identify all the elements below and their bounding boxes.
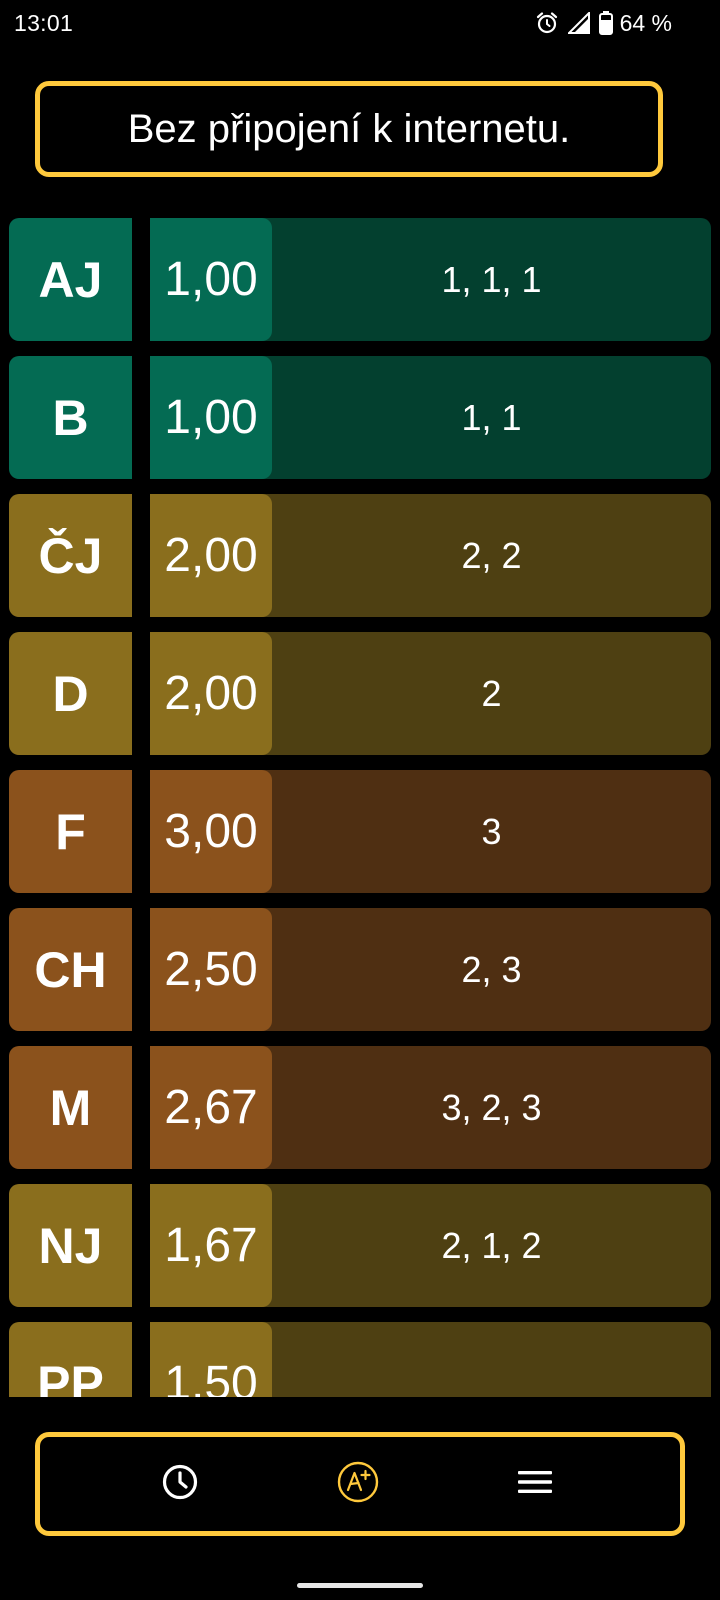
subject-abbreviation: NJ: [9, 1184, 132, 1307]
subject-grades: 3: [481, 810, 502, 852]
subject-row[interactable]: M 2,67 3, 2, 3: [9, 1046, 711, 1169]
subject-abbreviation: F: [9, 770, 132, 893]
subject-list[interactable]: AJ 1,00 1, 1, 1 B 1,00 1, 1 ČJ 2,00 2, 2 D 2,00 2 F 3…: [0, 0, 720, 1397]
clock-icon: [161, 1463, 199, 1506]
subject-abbreviation: CH: [9, 908, 132, 1031]
subject-grades: [272, 1322, 711, 1397]
subject-abbreviation: ČJ: [9, 494, 132, 617]
subject-grades: 2, 1, 2: [441, 1224, 542, 1266]
subject-grades: 3, 2, 3: [441, 1086, 542, 1128]
subject-grades: 1, 1, 1: [441, 258, 542, 300]
subject-row[interactable]: PP 1,50: [9, 1322, 711, 1397]
subject-average: 1,00: [150, 356, 272, 479]
subject-average: 1,00: [150, 218, 272, 341]
subject-grades: 1, 1: [461, 396, 522, 438]
menu-icon: [517, 1468, 553, 1501]
subject-row[interactable]: AJ 1,00 1, 1, 1: [9, 218, 711, 341]
subject-row[interactable]: B 1,00 1, 1: [9, 356, 711, 479]
subject-abbreviation: M: [9, 1046, 132, 1169]
offline-banner: Bez připojení k internetu.: [35, 81, 663, 177]
subject-grades: 2, 3: [461, 948, 522, 990]
nav-grades-button[interactable]: [308, 1437, 408, 1531]
subject-abbreviation: AJ: [9, 218, 132, 341]
subject-average: 1,50: [150, 1322, 272, 1397]
subject-abbreviation: D: [9, 632, 132, 755]
subject-average: 2,00: [150, 632, 272, 755]
subject-average: 3,00: [150, 770, 272, 893]
subject-average: 2,67: [150, 1046, 272, 1169]
subject-grades: 2, 2: [461, 534, 522, 576]
subject-average: 2,00: [150, 494, 272, 617]
nav-menu-button[interactable]: [485, 1437, 585, 1531]
subject-abbreviation: B: [9, 356, 132, 479]
subject-row[interactable]: CH 2,50 2, 3: [9, 908, 711, 1031]
subject-average: 1,67: [150, 1184, 272, 1307]
subject-row[interactable]: NJ 1,67 2, 1, 2: [9, 1184, 711, 1307]
subject-grades: 2: [481, 672, 502, 714]
subject-row[interactable]: F 3,00 3: [9, 770, 711, 893]
subject-row[interactable]: ČJ 2,00 2, 2: [9, 494, 711, 617]
subject-abbreviation: PP: [9, 1322, 132, 1397]
offline-banner-text: Bez připojení k internetu.: [127, 106, 571, 151]
subject-average: 2,50: [150, 908, 272, 1031]
bottom-nav: [35, 1432, 685, 1536]
subject-row[interactable]: D 2,00 2: [9, 632, 711, 755]
home-indicator[interactable]: [297, 1583, 423, 1588]
nav-history-button[interactable]: [130, 1437, 230, 1531]
grade-a-plus-icon: [337, 1461, 379, 1508]
